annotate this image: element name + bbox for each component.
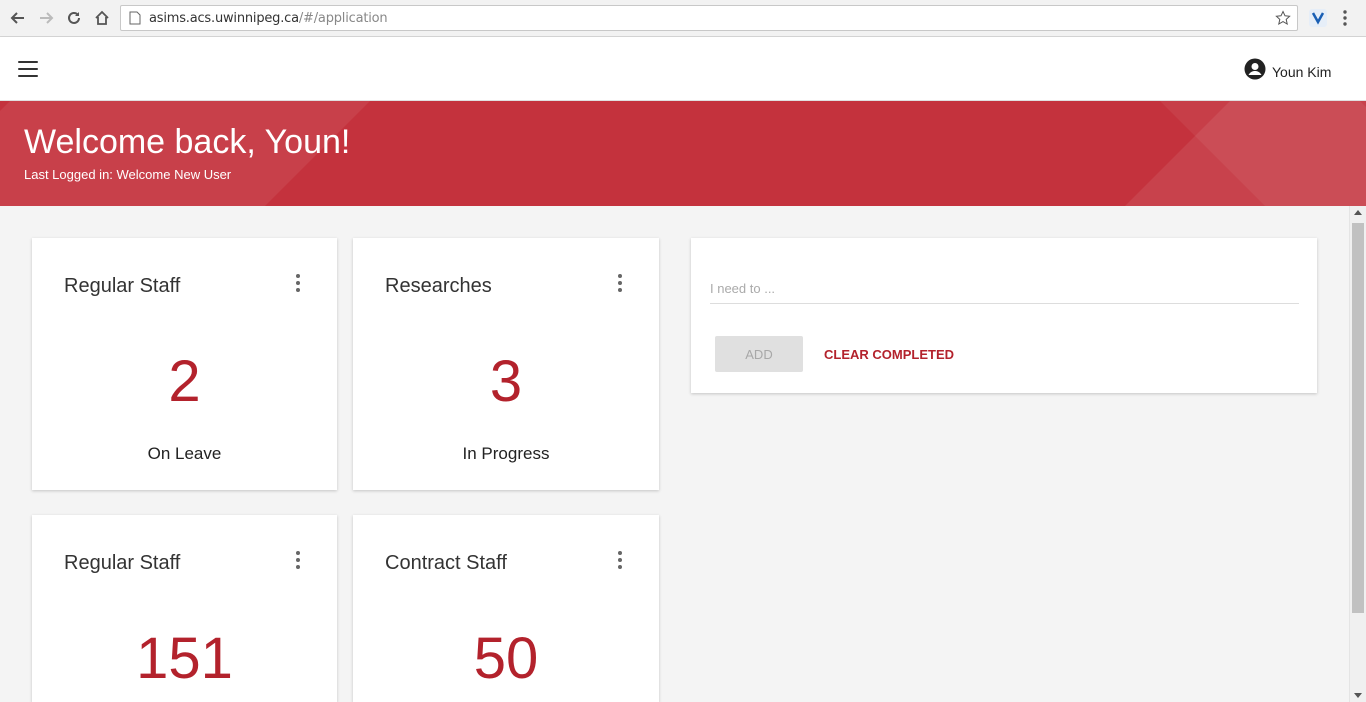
home-icon[interactable] xyxy=(92,8,112,28)
card-title: Contract Staff xyxy=(385,552,507,574)
url-host: asims.acs.uwinnipeg.ca xyxy=(149,11,299,26)
add-button[interactable]: ADD xyxy=(715,336,803,372)
browser-menu-icon[interactable] xyxy=(1342,9,1348,32)
more-vert-icon[interactable] xyxy=(293,274,303,292)
stat-card: Regular Staff 151 xyxy=(32,515,337,702)
card-value: 50 xyxy=(473,626,539,691)
clear-completed-button[interactable]: CLEAR COMPLETED xyxy=(816,336,962,372)
account-circle-icon xyxy=(1244,58,1266,85)
reload-icon[interactable] xyxy=(64,8,84,28)
bookmark-star-icon[interactable] xyxy=(1275,10,1291,31)
todo-input[interactable] xyxy=(710,274,1299,304)
app-header: Youn Kim xyxy=(0,37,1366,101)
card-title: Regular Staff xyxy=(64,275,181,297)
card-label: On Leave xyxy=(147,444,222,463)
url-path: /#/application xyxy=(298,11,388,26)
card-value: 151 xyxy=(136,626,233,691)
welcome-title: Welcome back, Youn! xyxy=(24,123,351,161)
url-text[interactable]: asims.acs.uwinnipeg.ca/#/application xyxy=(149,11,388,26)
card-title: Regular Staff xyxy=(64,552,181,574)
page-scrollbar[interactable] xyxy=(1349,206,1366,702)
stat-card: Researches 3 In Progress xyxy=(353,238,659,490)
forward-icon[interactable] xyxy=(36,8,56,28)
browser-toolbar: asims.acs.uwinnipeg.ca/#/application xyxy=(0,0,1366,37)
scroll-thumb[interactable] xyxy=(1352,223,1364,613)
more-vert-icon[interactable] xyxy=(293,551,303,569)
user-name: Youn Kim xyxy=(1272,63,1332,80)
stat-card: Regular Staff 2 On Leave xyxy=(32,238,337,490)
card-title: Researches xyxy=(385,275,492,297)
extension-icon[interactable] xyxy=(1309,9,1327,32)
last-login-text: Last Logged in: Welcome New User xyxy=(24,167,232,182)
menu-icon[interactable] xyxy=(18,61,38,77)
todo-card: ADD CLEAR COMPLETED xyxy=(691,238,1317,393)
more-vert-icon[interactable] xyxy=(615,551,625,569)
back-icon[interactable] xyxy=(8,8,28,28)
scroll-down-arrow-icon[interactable] xyxy=(1354,693,1362,698)
card-value: 2 xyxy=(168,349,201,414)
more-vert-icon[interactable] xyxy=(615,274,625,292)
user-menu[interactable]: Youn Kim xyxy=(1244,58,1331,85)
address-bar[interactable]: asims.acs.uwinnipeg.ca/#/application xyxy=(120,5,1298,31)
stat-card: Contract Staff 50 xyxy=(353,515,659,702)
card-label: In Progress xyxy=(462,444,550,463)
page-icon xyxy=(129,11,141,30)
welcome-banner: Welcome back, Youn! Last Logged in: Welc… xyxy=(0,101,1366,206)
scroll-up-arrow-icon[interactable] xyxy=(1354,210,1362,215)
card-value: 3 xyxy=(489,349,523,414)
